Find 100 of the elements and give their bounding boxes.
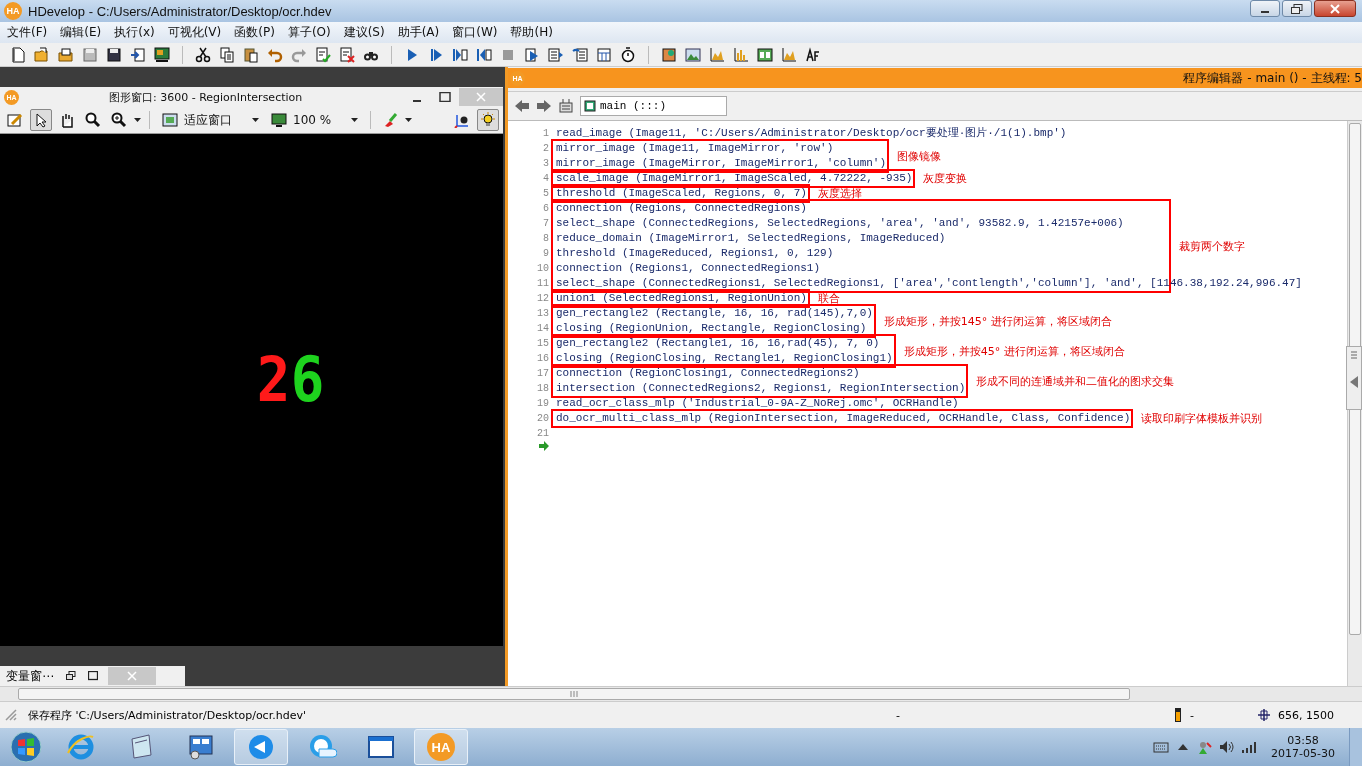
code-line: do_ocr_multi_class_mlp (RegionIntersection, ImageReduced, OCRHandle, Class, Confidence)	[556, 411, 1131, 426]
status-field: -	[1190, 708, 1250, 722]
code-line: closing (RegionUnion, Rectangle, RegionClosing)	[556, 321, 867, 336]
minimize-icon	[1261, 11, 1269, 13]
line-number: 8	[543, 232, 549, 246]
digit: 6	[290, 349, 321, 411]
line-number: 15	[537, 337, 549, 351]
window-title: HDevelop - C:/Users/Administrator/Desktop/ocr.hdev	[28, 3, 332, 19]
maximize-icon	[88, 671, 98, 681]
zoom-level-selector[interactable]: 100 %	[267, 110, 363, 130]
procedure-selector[interactable]: main (:::)	[580, 96, 727, 116]
restore-icon	[1291, 3, 1303, 14]
restore-button[interactable]	[1282, 0, 1312, 17]
checklist-icon[interactable]	[313, 44, 333, 65]
menu-item[interactable]: 建议(S)	[338, 24, 393, 41]
zoom-mode-selector[interactable]: 适应窗口	[158, 110, 263, 130]
code-line: read_image (Image11, 'C:/Users/Administrator/Desktop/ocr要处理·图片·/1(1).bmp')	[556, 126, 1067, 141]
procedure-icon[interactable]	[556, 96, 576, 116]
menu-item[interactable]: 文件(F)	[2, 24, 56, 41]
panel-handle[interactable]	[1346, 346, 1362, 410]
network-icon[interactable]	[1197, 739, 1214, 755]
code-line: threshold (ImageReduced, Regions1, 0, 129)	[556, 246, 834, 261]
code-line: threshold (ImageScaled, Regions, 0, 7)	[556, 186, 807, 201]
line-number: 13	[537, 307, 549, 321]
status-field: -	[896, 708, 1166, 722]
annotation-note: 图像镜像	[897, 148, 942, 164]
menu-item[interactable]: 可视化(V)	[162, 24, 230, 41]
code-line: scale_image (ImageMirror1, ImageScaled, 4.72222, -935)	[556, 171, 913, 186]
code-line: connection (Regions, ConnectedRegions)	[556, 201, 807, 216]
line-number: 5	[543, 187, 549, 201]
menu-item[interactable]: 函数(P)	[229, 24, 283, 41]
fit-window-icon	[162, 112, 178, 128]
line-number: 7	[543, 217, 549, 231]
float-icon	[66, 671, 76, 681]
window-title: 图形窗口: 3600 - RegionIntersection	[109, 89, 303, 105]
line-number: 16	[537, 352, 549, 366]
close-button[interactable]	[1314, 0, 1356, 17]
code-line: closing (RegionClosing, Rectangle1, RegionClosing1)	[556, 351, 893, 366]
pointer-icon[interactable]	[30, 109, 52, 131]
digit: 2	[256, 349, 287, 411]
scroll-bar[interactable]	[0, 686, 1362, 701]
annotation-note: 形成矩形，并按145° 进行闭运算，将区域闭合	[883, 313, 1112, 329]
annotation-note: 灰度变换	[923, 171, 968, 186]
code-line: read_ocr_class_mlp ('Industrial_0-9A-Z_NoRej.omc', OCRHandle)	[556, 396, 959, 411]
code-line: gen_rectangle2 (Rectangle, 16, 16, rad(145),7,0)	[556, 306, 873, 321]
code-line: reduce_domain (ImageMirror1, SelectedRegions, ImageReduced)	[556, 231, 946, 246]
code-line: mirror_image (Image11, ImageMirror, 'row')	[556, 141, 834, 156]
clock[interactable]: 03:58 2017-05-30	[1271, 734, 1335, 760]
code-line: intersection (ConnectedRegions2, Regions1, RegionIntersection)	[556, 381, 966, 396]
code-line: gen_rectangle2 (Rectangle1, 16, 16,rad(45), 7, 0)	[556, 336, 880, 351]
code-line: select_shape (ConnectedRegions, SelectedRegions, 'area', 'and', 93582.9, 1.42157e+006)	[556, 216, 1124, 231]
line-number: 10	[537, 262, 549, 276]
line-number: 14	[537, 322, 549, 336]
annotation-note: 形成矩形，并按45° 进行闭运算，将区域闭合	[903, 343, 1125, 359]
crosshair-icon	[1258, 709, 1270, 721]
line-number: 2	[543, 142, 549, 156]
code-line: connection (Regions1, ConnectedRegions1)	[556, 261, 821, 276]
menu-item[interactable]: 算子(O)	[282, 24, 339, 41]
procedure-icon	[584, 100, 596, 112]
menu-item[interactable]: 窗口(W)	[447, 24, 506, 41]
code-line: mirror_image (ImageMirror, ImageMirror1, 'column')	[556, 156, 887, 171]
minimize-button[interactable]	[1250, 0, 1280, 17]
line-number: 18	[537, 382, 549, 396]
app-logo: HA	[4, 2, 22, 20]
caret-icon	[351, 118, 359, 122]
caret-icon[interactable]	[405, 118, 413, 122]
minimize-icon	[413, 99, 421, 102]
delete-list-icon[interactable]	[337, 44, 357, 65]
menu-item[interactable]: 助手(A)	[392, 24, 448, 41]
caret-icon	[252, 118, 259, 122]
line-number: 20	[537, 412, 549, 426]
speaker-icon[interactable]	[1219, 739, 1236, 755]
menu-item[interactable]: 帮助(H)	[505, 24, 561, 41]
annotation-note: 形成不同的连通域并和二值化的图求交集	[976, 373, 1175, 389]
close-icon	[127, 671, 137, 681]
arrow-icon	[539, 441, 549, 451]
annotation-note: 灰度选择	[817, 186, 862, 201]
lightbulb-icon[interactable]	[477, 109, 499, 131]
signal-icon[interactable]	[1241, 739, 1258, 755]
line-number: 6	[543, 202, 549, 216]
monitor-icon	[271, 112, 287, 128]
line-number: 9	[543, 247, 549, 261]
menu-item[interactable]: 编辑(E)	[55, 24, 110, 41]
line-number: 4	[543, 172, 549, 186]
monitor-icon[interactable]	[152, 44, 172, 65]
line-number: 19	[537, 397, 549, 411]
line-number: 11	[537, 277, 549, 291]
caret-icon[interactable]	[134, 118, 141, 122]
keyboard-icon[interactable]	[1153, 739, 1170, 755]
line-number: 21	[537, 427, 549, 441]
grip-icon	[4, 708, 20, 722]
line-number: 12	[537, 292, 549, 306]
annotation-note: 联合	[817, 291, 840, 306]
close-icon	[476, 92, 486, 102]
copy-icon[interactable]	[217, 44, 237, 65]
annotation-note: 裁剪两个数字	[1179, 238, 1245, 254]
gauge-icon	[1174, 707, 1182, 723]
line-number: 3	[543, 157, 549, 171]
menu-item[interactable]: 执行(x)	[109, 24, 163, 41]
status-message: 保存程序 'C:/Users/Administrator/Desktop/ocr.hdev'	[28, 707, 307, 723]
